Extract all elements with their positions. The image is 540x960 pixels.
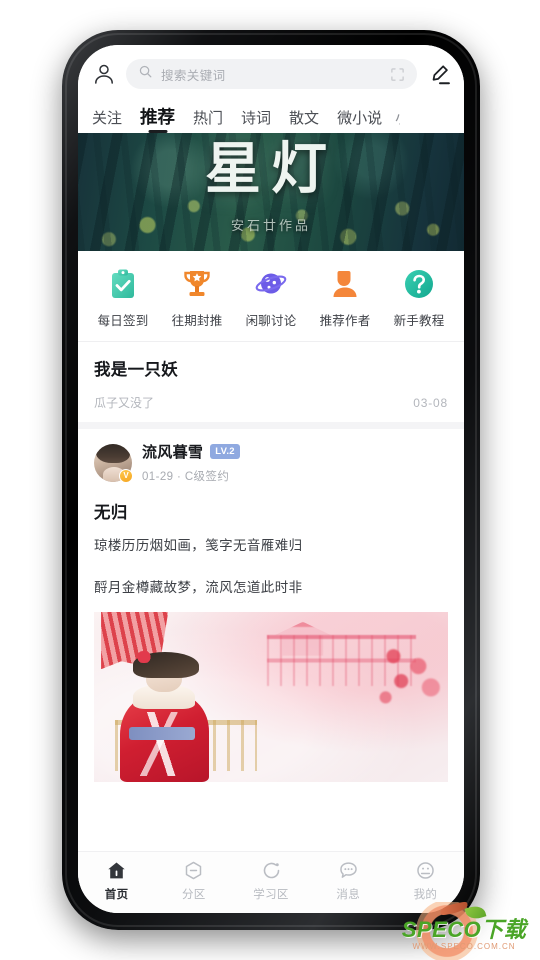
quick-action-past-features[interactable]: 往期封推 [160,267,234,329]
search-icon [138,64,153,84]
quick-action-label: 往期封推 [171,314,223,328]
scan-icon[interactable] [390,67,405,82]
nav-label: 我的 [413,888,438,901]
feed-divider [78,422,464,429]
content-feed: 我是一只妖 瓜子又没了 03-08 V 流风暮雪 LV.2 01-29 · C级… [78,342,464,782]
post-title: 无归 [94,504,128,522]
feed-post-item[interactable]: V 流风暮雪 LV.2 01-29 · C级签约 无归 琼楼历历烟如画，笺字无音… [78,429,464,782]
banner-title: 星灯 [205,139,337,201]
watermark-url: WWW.SPECO.COM.CN [412,942,516,951]
blossom-cluster-art [370,642,448,714]
clipboard-check-icon [106,267,140,301]
post-image[interactable] [94,611,448,782]
nav-item-profile[interactable]: 我的 [387,860,464,902]
nav-item-study[interactable]: 学习区 [232,860,309,902]
author-info: 流风暮雪 LV.2 01-29 · C级签约 [142,441,240,484]
planet-icon [254,267,288,301]
search-bar[interactable]: 搜索关键词 [126,59,417,89]
quick-action-beginner-guide[interactable]: 新手教程 [382,267,456,329]
post-paragraph: 酹月金樽藏故梦，流风怎道此时非 [94,580,303,596]
site-watermark: SPECO下载 WWW.SPECO.COM.CN [388,902,540,960]
quick-action-label: 每日签到 [97,314,149,328]
screenshot-root: 搜索关键词 关注 推荐 热门 诗词 散文 微小说 星灯 安石廿作品 每日签到 往… [0,0,540,960]
phone-screen: 搜索关键词 关注 推荐 热门 诗词 散文 微小说 星灯 安石廿作品 每日签到 往… [78,45,464,913]
quick-action-row: 每日签到 往期封推 闲聊讨论 推荐作者 新手教程 [78,251,464,342]
nav-item-messages[interactable]: 消息 [310,860,387,902]
post-meta-line: 01-29 · C级签约 [142,471,230,483]
post-author: 瓜子又没了 [94,396,155,410]
chat-bubble-icon [338,860,359,881]
nav-label: 首页 [104,888,129,901]
trophy-icon [180,267,214,301]
quick-action-recommended-authors[interactable]: 推荐作者 [308,267,382,329]
quick-action-label: 推荐作者 [319,314,371,328]
nav-item-home[interactable]: 首页 [78,860,155,902]
nav-label: 分区 [182,888,206,901]
tab-tuijian[interactable]: 推荐 [131,108,184,134]
post-date: 03-08 [413,395,448,410]
tab-weixiaoshuo[interactable]: 微小说 [328,111,391,133]
person-icon[interactable] [92,62,116,86]
quick-action-label: 闲聊讨论 [245,314,297,328]
tab-sanwen[interactable]: 散文 [280,111,328,133]
post-meta: 瓜子又没了 03-08 [94,394,448,411]
hamburger-menu-icon[interactable] [442,107,460,133]
home-icon [106,860,127,881]
watermark-text: SPECO下载 [401,917,527,942]
banner-subtitle: 安石廿作品 [230,218,311,233]
post-paragraph: 琼楼历历烟如画，笺字无音雁难归 [94,538,303,553]
person-filled-icon [328,267,362,301]
avatar[interactable]: V [94,443,133,483]
nav-item-sections[interactable]: 分区 [155,860,232,902]
search-input[interactable]: 搜索关键词 [161,65,382,84]
tab-partial[interactable]: 小 [391,111,400,133]
featured-banner[interactable]: 星灯 安石廿作品 [78,133,464,251]
category-tab-bar: 关注 推荐 热门 诗词 散文 微小说 小 [78,97,464,133]
quick-action-label: 新手教程 [393,314,445,328]
app-top-bar: 搜索关键词 [78,45,464,97]
hexagon-minus-icon [183,860,204,881]
author-name-row: 流风暮雪 LV.2 [142,441,240,462]
face-icon [415,860,436,881]
tab-guanzhu[interactable]: 关注 [92,111,131,133]
post-author-header[interactable]: V 流风暮雪 LV.2 01-29 · C级签约 [94,441,448,484]
nav-label: 消息 [336,888,361,901]
feed-post-item[interactable]: 我是一只妖 瓜子又没了 03-08 [78,342,464,422]
tab-remen[interactable]: 热门 [184,111,232,133]
circle-arrow-icon [261,860,282,881]
pencil-edit-icon[interactable] [427,62,452,87]
author-name: 流风暮雪 [142,444,204,461]
quick-action-chat-discussion[interactable]: 闲聊讨论 [234,267,308,329]
pavilion-roof-art [274,621,332,656]
tab-shici[interactable]: 诗词 [232,111,280,133]
level-badge: LV.2 [210,444,240,459]
verified-badge: V [119,468,133,483]
hanfu-woman-art [111,642,218,782]
quick-action-daily-checkin[interactable]: 每日签到 [86,267,160,329]
post-title: 我是一只妖 [94,361,178,379]
nav-label: 学习区 [253,888,289,901]
question-circle-icon [402,267,436,301]
